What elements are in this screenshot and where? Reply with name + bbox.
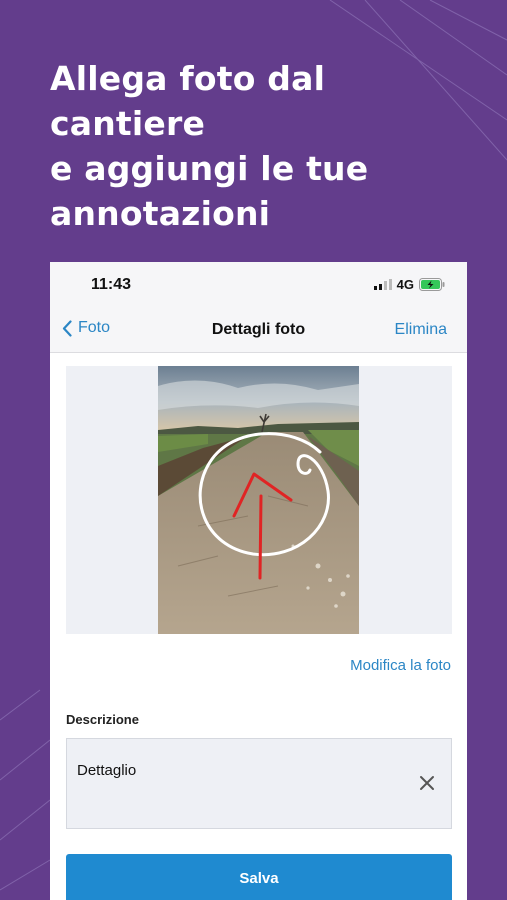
status-time: 11:43	[91, 276, 132, 293]
headline-line-3: annotazioni	[50, 194, 271, 233]
signal-icon	[373, 279, 392, 290]
network-type: 4G	[396, 277, 414, 292]
phone-screen: 11:43 4G Foto Dettagli foto Elimina Modi…	[50, 262, 467, 900]
headline-line-2: e aggiungi le tue	[50, 149, 369, 188]
headline: Allega foto dal cantiere e aggiungi le t…	[50, 56, 470, 236]
clear-icon[interactable]	[417, 773, 437, 793]
status-indicators: 4G	[373, 277, 445, 292]
status-bar: 11:43 4G	[50, 262, 467, 308]
delete-button[interactable]: Elimina	[395, 321, 447, 339]
annotated-site-photo[interactable]	[158, 366, 359, 634]
description-label: Descrizione	[66, 712, 139, 727]
save-button[interactable]: Salva	[66, 854, 452, 900]
headline-line-1: Allega foto dal cantiere	[50, 59, 326, 143]
photo-preview-area	[66, 366, 452, 634]
description-value: Dettaglio	[77, 762, 137, 779]
battery-charging-icon	[419, 278, 445, 291]
description-input[interactable]: Dettaglio	[66, 738, 452, 829]
edit-photo-link[interactable]: Modifica la foto	[350, 657, 451, 674]
navigation-bar: Foto Dettagli foto Elimina	[50, 308, 467, 353]
